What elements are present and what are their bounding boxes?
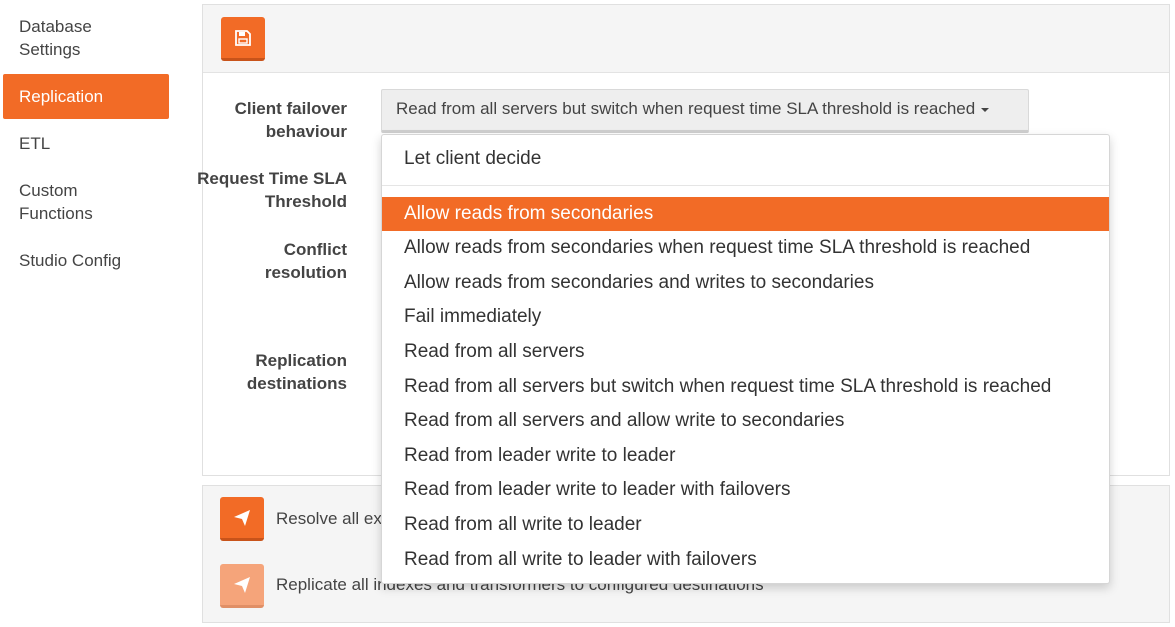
sla-threshold-label: Request Time SLA Threshold xyxy=(197,169,347,211)
sidebar-item-custom-functions[interactable]: Custom Functions xyxy=(3,179,169,225)
caret-down-icon xyxy=(981,107,990,112)
save-button[interactable] xyxy=(221,17,265,61)
dropdown-option[interactable]: Read from all servers and allow write to… xyxy=(382,404,1109,438)
paper-plane-icon xyxy=(234,576,250,593)
sidebar-item-etl[interactable]: ETL xyxy=(3,132,169,155)
failover-dropdown-menu: Let client decide Allow reads from secon… xyxy=(381,134,1110,584)
sidebar-item-label: Studio Config xyxy=(19,251,122,270)
dropdown-option[interactable]: Let client decide xyxy=(382,142,1109,176)
dropdown-option[interactable]: Read from leader write to leader with fa… xyxy=(382,473,1109,507)
dropdown-option[interactable]: Read from all write to leader with failo… xyxy=(382,543,1109,577)
resolve-conflicts-button[interactable] xyxy=(220,497,264,541)
dropdown-option[interactable]: Fail immediately xyxy=(382,300,1109,334)
paper-plane-icon xyxy=(234,509,250,526)
save-icon xyxy=(235,29,251,46)
sidebar-item-label: ETL xyxy=(19,134,51,153)
conflict-resolution-label: Conflict resolution xyxy=(264,240,347,282)
replication-destinations-label: Replication destinations xyxy=(246,351,347,393)
sidebar-item-label: Replication xyxy=(19,87,104,106)
dropdown-option[interactable]: Read from all write to leader xyxy=(382,508,1109,542)
failover-selected-value: Read from all servers but switch when re… xyxy=(396,99,976,118)
dropdown-option[interactable]: Read from all servers xyxy=(382,335,1109,369)
dropdown-divider xyxy=(382,185,1109,186)
dropdown-option[interactable]: Read from all servers but switch when re… xyxy=(382,370,1109,404)
sidebar-item-studio-config[interactable]: Studio Config xyxy=(3,249,169,272)
sidebar: Database Settings Replication ETL Custom… xyxy=(0,0,172,627)
dropdown-option-active[interactable]: Allow reads from secondaries xyxy=(382,197,1109,231)
sidebar-item-label: Database Settings xyxy=(19,17,92,59)
sidebar-item-database-settings[interactable]: Database Settings xyxy=(3,15,169,61)
replicate-indexes-button[interactable] xyxy=(220,564,264,608)
failover-behaviour-select[interactable]: Read from all servers but switch when re… xyxy=(381,89,1029,133)
dropdown-option[interactable]: Allow reads from secondaries and writes … xyxy=(382,266,1109,300)
dropdown-option[interactable]: Allow reads from secondaries when reques… xyxy=(382,231,1109,265)
dropdown-option[interactable]: Read from leader write to leader xyxy=(382,439,1109,473)
sidebar-item-label: Custom Functions xyxy=(19,181,93,223)
resolve-conflicts-text: Resolve all ex xyxy=(276,509,382,528)
failover-label: Client failover behaviour xyxy=(234,99,347,141)
sidebar-item-replication[interactable]: Replication xyxy=(3,74,169,119)
panel-toolbar xyxy=(203,5,1169,73)
